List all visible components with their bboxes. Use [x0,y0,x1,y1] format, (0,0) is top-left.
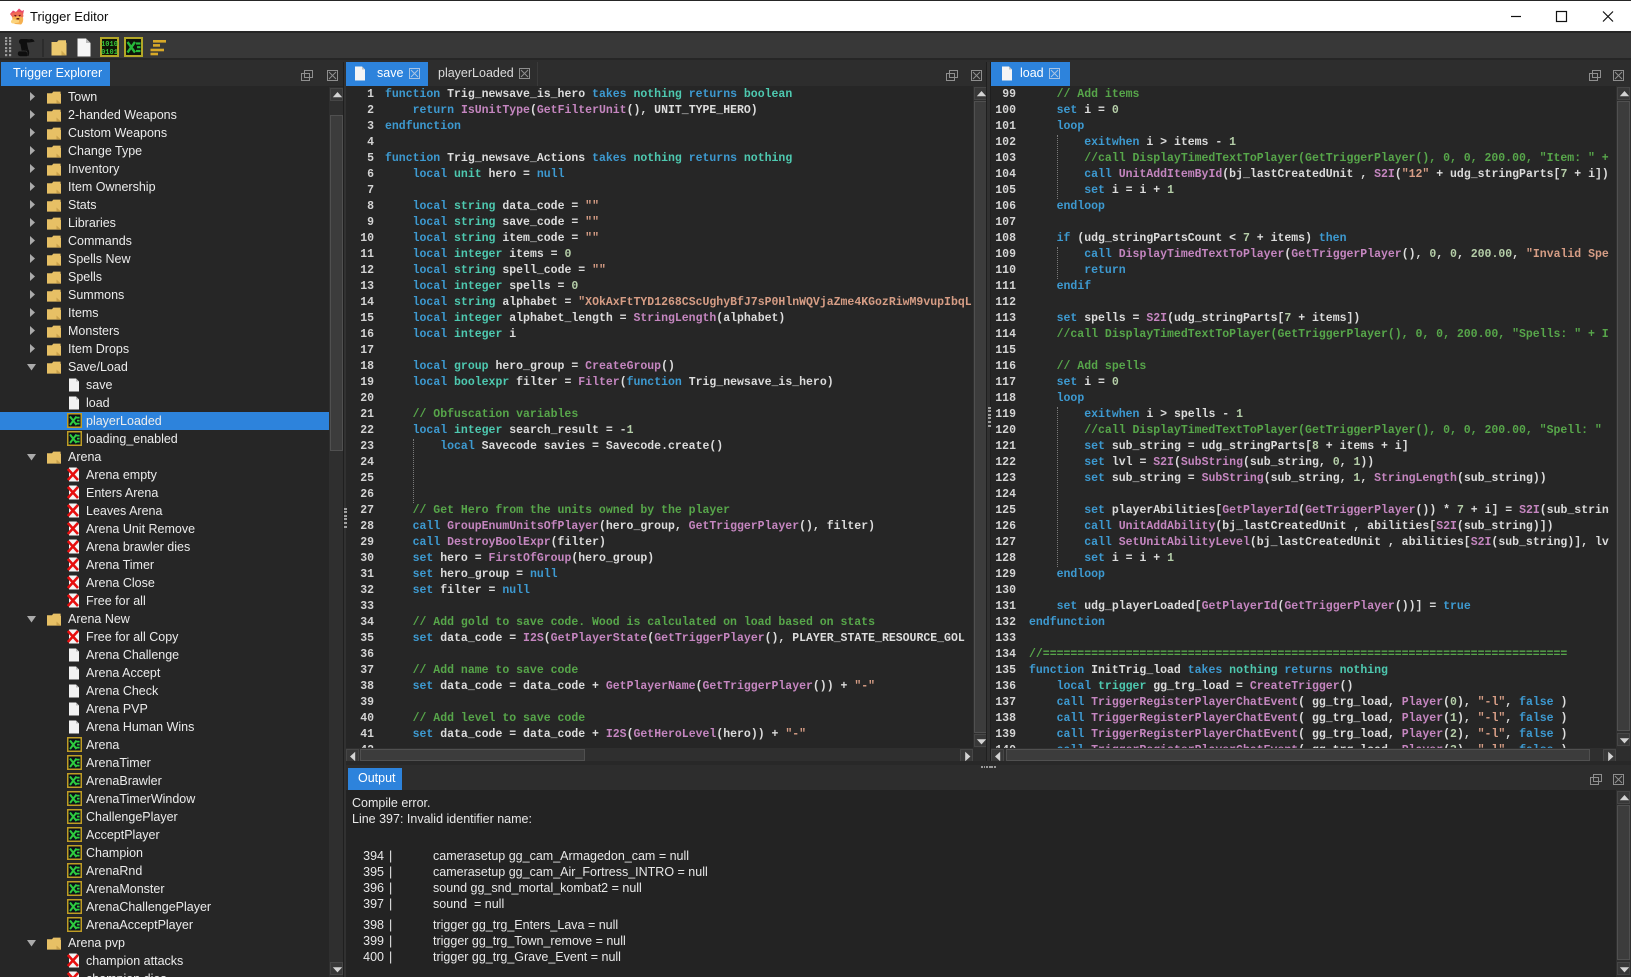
svg-text:0101: 0101 [101,49,118,57]
svg-text:1010: 1010 [101,41,118,49]
